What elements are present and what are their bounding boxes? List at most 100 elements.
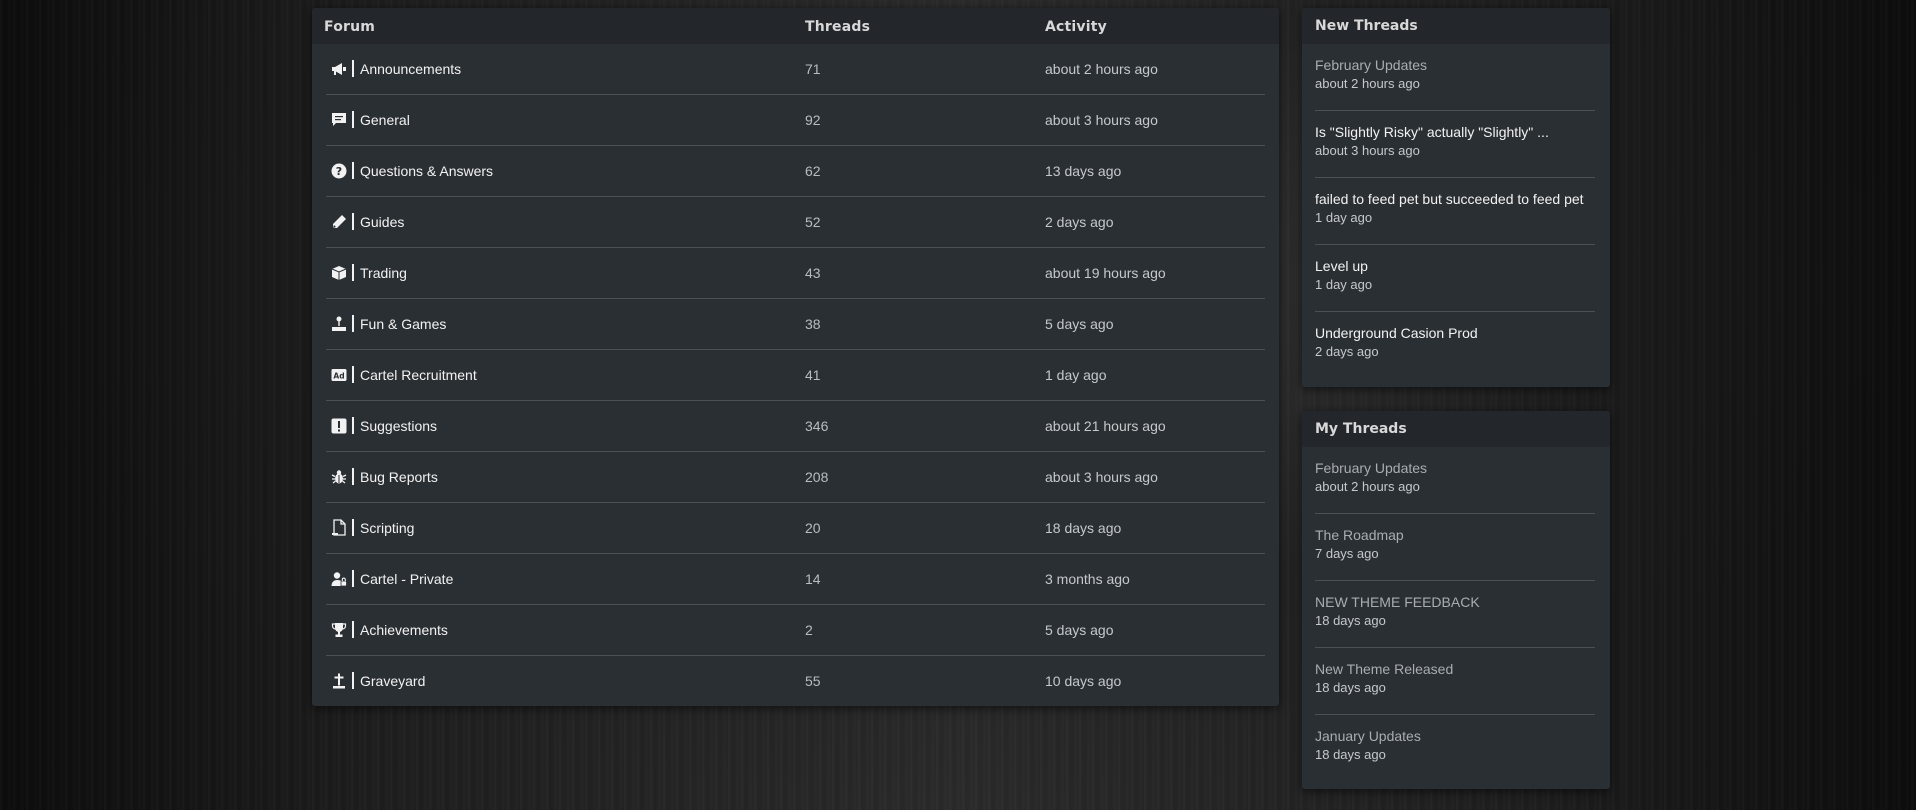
last-activity: 13 days ago [1045,163,1122,179]
script-file-icon [330,519,348,536]
thread-title[interactable]: failed to feed pet but succeeded to feed… [1315,191,1584,207]
grave-cross-icon [330,673,348,689]
thread-count: 208 [805,469,829,485]
new-threads-panel: New Threads February Updates about 2 hou… [1302,8,1610,387]
forum-row-achievements[interactable]: Achievements 2 5 days ago [326,605,1265,656]
forum-name[interactable]: Bug Reports [360,469,438,485]
user-lock-icon [330,571,348,587]
thread-title[interactable]: NEW THEME FEEDBACK [1315,594,1480,610]
list-item[interactable]: February Updates about 2 hours ago [1315,447,1595,514]
thread-count: 2 [805,622,813,638]
exclamation-square-icon [330,418,348,434]
forum-row-cartel-private[interactable]: Cartel - Private 14 3 months ago [326,554,1265,605]
megaphone-icon [330,61,348,77]
thread-count: 41 [805,367,821,383]
thread-count: 14 [805,571,821,587]
thread-time: about 3 hours ago [1315,143,1420,158]
my-threads-panel: My Threads February Updates about 2 hour… [1302,411,1610,789]
thread-count: 71 [805,61,821,77]
question-circle-icon: ? [330,163,348,179]
thread-time: 18 days ago [1315,680,1386,695]
chat-bubble-icon [330,112,348,128]
list-item[interactable]: New Theme Released 18 days ago [1315,648,1595,715]
thread-time: 18 days ago [1315,613,1386,628]
last-activity: about 2 hours ago [1045,61,1158,77]
bug-icon [330,469,348,485]
thread-title[interactable]: February Updates [1315,57,1427,73]
forum-name[interactable]: Questions & Answers [360,163,493,179]
forum-row-questions-answers[interactable]: ? Questions & Answers 62 13 days ago [326,146,1265,197]
list-item[interactable]: NEW THEME FEEDBACK 18 days ago [1315,581,1595,648]
header-activity: Activity [1045,19,1107,35]
forum-row-scripting[interactable]: Scripting 20 18 days ago [326,503,1265,554]
forum-name[interactable]: Achievements [360,622,448,638]
forum-name[interactable]: Guides [360,214,404,230]
thread-time: 18 days ago [1315,747,1386,762]
forum-row-cartel-recruitment[interactable]: Ad Cartel Recruitment 41 1 day ago [326,350,1265,401]
thread-title[interactable]: New Theme Released [1315,661,1453,677]
trophy-icon [330,622,348,638]
thread-count: 20 [805,520,821,536]
header-forum: Forum [324,19,376,35]
forum-name[interactable]: Cartel Recruitment [360,367,477,383]
thread-time: 1 day ago [1315,277,1373,292]
box-icon [330,265,348,281]
forum-row-general[interactable]: General 92 about 3 hours ago [326,95,1265,146]
list-item[interactable]: Level up 1 day ago [1315,245,1595,312]
ad-icon: Ad [330,367,348,383]
forum-row-announcements[interactable]: Announcements 71 about 2 hours ago [326,44,1265,95]
thread-time: 7 days ago [1315,546,1379,561]
list-item[interactable]: February Updates about 2 hours ago [1315,44,1595,111]
forum-name[interactable]: Graveyard [360,673,425,689]
thread-title[interactable]: Is "Slightly Risky" actually "Slightly" … [1315,124,1549,140]
last-activity: 10 days ago [1045,673,1122,689]
last-activity: 5 days ago [1045,316,1114,332]
thread-title[interactable]: Level up [1315,258,1368,274]
forum-row-bug-reports[interactable]: Bug Reports 208 about 3 hours ago [326,452,1265,503]
thread-count: 92 [805,112,821,128]
thread-time: about 2 hours ago [1315,76,1420,91]
thread-time: about 2 hours ago [1315,479,1420,494]
forum-row-guides[interactable]: Guides 52 2 days ago [326,197,1265,248]
last-activity: 18 days ago [1045,520,1122,536]
thread-time: 1 day ago [1315,210,1373,225]
list-item[interactable]: January Updates 18 days ago [1315,715,1595,781]
svg-text:?: ? [336,165,342,178]
forum-name[interactable]: Announcements [360,61,461,77]
last-activity: 5 days ago [1045,622,1114,638]
my-threads-title: My Threads [1302,411,1610,447]
forum-list: Announcements 71 about 2 hours ago Gener… [326,44,1265,706]
last-activity: about 3 hours ago [1045,112,1158,128]
list-item[interactable]: Underground Casion Prod 2 days ago [1315,312,1595,378]
forum-row-trading[interactable]: Trading 43 about 19 hours ago [326,248,1265,299]
pencil-icon [330,214,348,230]
last-activity: about 21 hours ago [1045,418,1166,434]
thread-count: 62 [805,163,821,179]
forum-name[interactable]: Trading [360,265,407,281]
last-activity: 3 months ago [1045,571,1130,587]
forum-name[interactable]: General [360,112,410,128]
forum-table-header: Forum Threads Activity [312,8,1279,44]
forum-name[interactable]: Fun & Games [360,316,446,332]
last-activity: about 3 hours ago [1045,469,1158,485]
forum-name[interactable]: Suggestions [360,418,437,434]
forum-row-suggestions[interactable]: Suggestions 346 about 21 hours ago [326,401,1265,452]
forum-table: Forum Threads Activity Announcements 71 … [312,8,1279,706]
forum-row-graveyard[interactable]: Graveyard 55 10 days ago [326,656,1265,706]
thread-count: 43 [805,265,821,281]
thread-title[interactable]: The Roadmap [1315,527,1404,543]
list-item[interactable]: failed to feed pet but succeeded to feed… [1315,178,1595,245]
list-item[interactable]: The Roadmap 7 days ago [1315,514,1595,581]
new-threads-list: February Updates about 2 hours ago Is "S… [1302,44,1610,378]
thread-count: 346 [805,418,829,434]
forum-name[interactable]: Cartel - Private [360,571,453,587]
thread-title[interactable]: February Updates [1315,460,1427,476]
header-threads: Threads [805,19,871,35]
thread-title[interactable]: Underground Casion Prod [1315,325,1478,341]
forum-name[interactable]: Scripting [360,520,414,536]
forum-row-fun-games[interactable]: Fun & Games 38 5 days ago [326,299,1265,350]
list-item[interactable]: Is "Slightly Risky" actually "Slightly" … [1315,111,1595,178]
new-threads-title: New Threads [1302,8,1610,44]
thread-title[interactable]: January Updates [1315,728,1421,744]
last-activity: about 19 hours ago [1045,265,1166,281]
